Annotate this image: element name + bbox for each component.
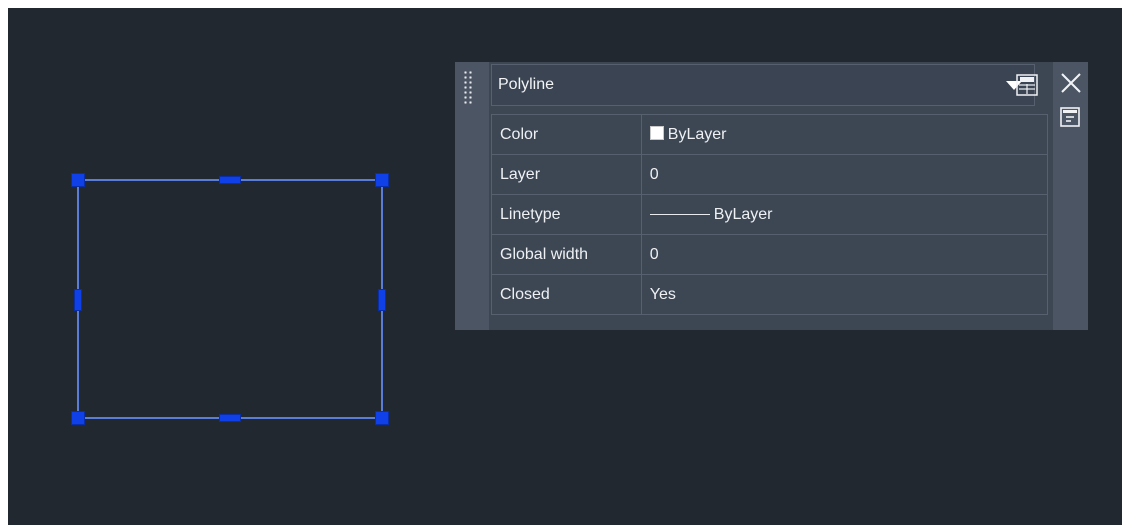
polyline-grip-left-mid[interactable]: [74, 289, 82, 311]
polyline-grip-top-left[interactable]: [71, 173, 85, 187]
object-type-label: Polyline: [498, 76, 555, 93]
property-value[interactable]: 0: [640, 234, 1049, 275]
selected-polyline[interactable]: [77, 179, 383, 419]
polyline-grip-bottom-right[interactable]: [375, 411, 389, 425]
properties-table: Color ByLayer Layer 0 Linetype ByLayer G…: [491, 114, 1049, 315]
color-value[interactable]: ByLayer: [640, 114, 1049, 155]
polyline-grip-top-right[interactable]: [375, 173, 389, 187]
property-label: Layer: [491, 154, 642, 195]
property-row-global-width[interactable]: Global width 0: [491, 234, 1049, 275]
object-type-dropdown[interactable]: Polyline: [491, 64, 1035, 106]
cui-icon: [1016, 74, 1038, 96]
property-row-linetype[interactable]: Linetype ByLayer: [491, 194, 1049, 235]
property-value[interactable]: 0: [640, 154, 1049, 195]
property-value[interactable]: Yes: [640, 274, 1049, 315]
property-row-layer[interactable]: Layer 0: [491, 154, 1049, 195]
linetype-preview-icon: [649, 213, 710, 215]
collapse-button[interactable]: [1059, 106, 1081, 128]
quick-properties-panel: Polyline Color ByLayer Layer 0 Linetype …: [455, 62, 1088, 330]
close-button[interactable]: [1058, 70, 1084, 96]
panel-drag-handle[interactable]: [455, 62, 489, 330]
property-value: ByLayer: [713, 205, 773, 223]
property-row-color[interactable]: Color ByLayer: [491, 114, 1049, 155]
property-row-closed[interactable]: Closed Yes: [491, 274, 1049, 315]
linetype-value[interactable]: ByLayer: [640, 194, 1049, 235]
polyline-grip-bottom-left[interactable]: [71, 411, 85, 425]
property-value: ByLayer: [667, 125, 727, 143]
property-label: Global width: [491, 234, 642, 275]
color-swatch-icon: [649, 125, 664, 140]
cui-button[interactable]: [1014, 72, 1040, 98]
collapse-icon: [1060, 107, 1080, 127]
polyline-grip-bottom-mid[interactable]: [219, 414, 241, 422]
close-icon: [1061, 73, 1081, 93]
panel-side-bar: [1053, 62, 1088, 330]
drag-handle-icon: [463, 70, 473, 104]
property-label: Color: [491, 114, 642, 155]
polyline-grip-top-mid[interactable]: [219, 176, 241, 184]
property-label: Linetype: [491, 194, 642, 235]
polyline-grip-right-mid[interactable]: [378, 289, 386, 311]
property-label: Closed: [491, 274, 642, 315]
